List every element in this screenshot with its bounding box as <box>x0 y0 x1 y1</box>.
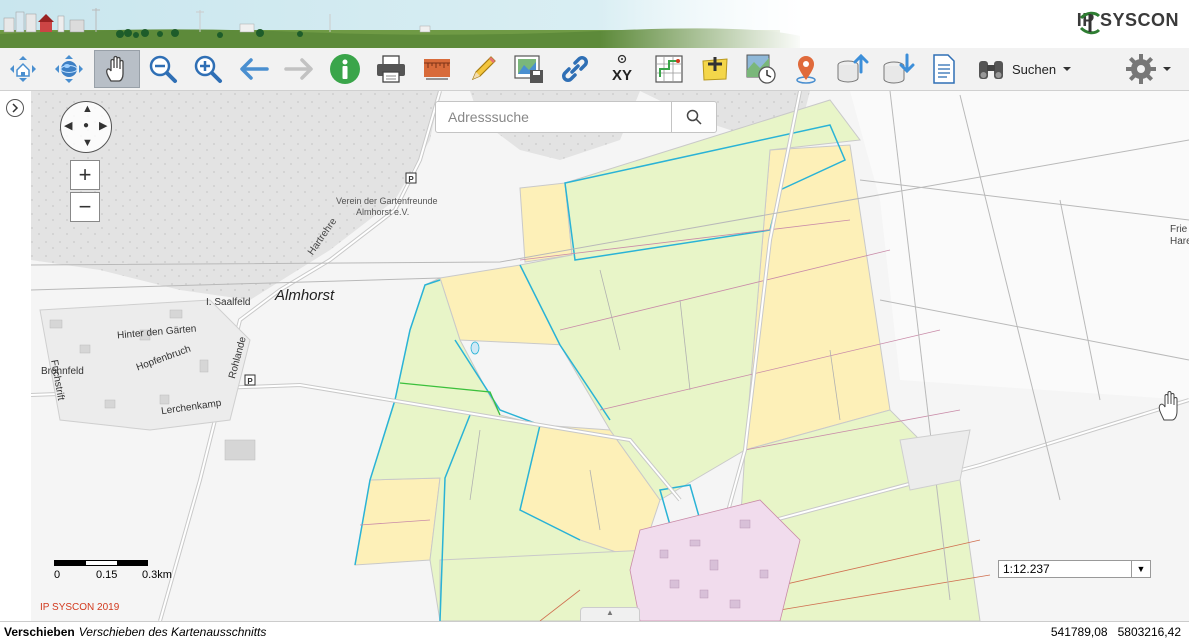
history-tool[interactable] <box>742 50 780 88</box>
street-label-brohnfeld: Brohnfeld <box>41 366 84 377</box>
link-icon <box>562 56 588 82</box>
svg-text:P: P <box>408 175 414 184</box>
side-panel-strip <box>0 91 32 621</box>
pin-icon <box>796 56 816 84</box>
pan-center-dot-icon[interactable]: ● <box>83 121 89 131</box>
arrow-left-icon <box>240 58 269 80</box>
pan-up-arrow-icon[interactable]: ▲ <box>82 104 93 115</box>
database-upload-icon <box>837 53 869 83</box>
upload-tool[interactable] <box>833 50 871 88</box>
map-clock-icon <box>746 54 776 84</box>
settings-menu[interactable] <box>1124 50 1172 88</box>
pan-navigator[interactable]: ▲ ▼ ◀ ▶ ● <box>60 101 112 153</box>
toolbar: XY Suchen <box>0 48 1189 91</box>
address-search-input[interactable] <box>436 102 671 132</box>
svg-text:P: P <box>247 377 253 386</box>
home-extent-tool[interactable] <box>4 50 42 88</box>
scale-label-mid: 0.15 <box>96 569 118 581</box>
scale-label-0: 0 <box>54 569 61 581</box>
status-description: Verschieben des Kartenausschnitts <box>78 625 267 639</box>
globe-arrows-icon <box>55 55 83 83</box>
poi-label-harenberg: Hare <box>1170 236 1189 247</box>
status-mode: Verschieben <box>4 625 75 639</box>
measure-tool[interactable] <box>418 50 456 88</box>
zoom-in-icon <box>194 55 222 83</box>
back-tool[interactable] <box>235 50 273 88</box>
scale-bar: 0 0.15 0.3km <box>54 560 194 581</box>
zoom-out-button[interactable]: − <box>70 192 100 222</box>
company-logo: IP SYSCON <box>1077 10 1179 35</box>
syscon-logo-icon <box>1079 11 1100 35</box>
hand-icon <box>105 55 124 82</box>
coordinate-tool[interactable]: XY <box>603 50 641 88</box>
arrow-right-icon <box>284 58 313 80</box>
parking-icon: P <box>405 172 417 184</box>
chevron-down-icon: ▼ <box>1131 561 1150 577</box>
add-note-tool[interactable] <box>696 50 734 88</box>
save-map-tool[interactable] <box>510 50 548 88</box>
save-map-icon <box>514 55 543 83</box>
search-menu[interactable]: Suchen <box>976 50 1072 88</box>
globe-extent-tool[interactable] <box>50 50 88 88</box>
chevron-right-icon <box>12 103 19 113</box>
expand-panel-button[interactable] <box>6 99 24 117</box>
copyright-text: IP SYSCON 2019 <box>40 602 120 613</box>
map-drawing: P P <box>31 91 1189 621</box>
zoom-in-tool[interactable] <box>189 50 227 88</box>
pan-right-arrow-icon[interactable]: ▶ <box>99 121 107 132</box>
ruler-icon <box>424 59 450 80</box>
status-bar: Verschieben Verschieben des Kartenausschn… <box>0 621 1189 642</box>
pan-tool[interactable] <box>94 50 140 88</box>
xy-icon: XY <box>612 54 632 84</box>
pencil-icon <box>471 56 496 81</box>
location-tool[interactable] <box>787 50 825 88</box>
note-add-icon <box>702 57 728 81</box>
binoculars-icon <box>979 61 1003 79</box>
coordinate-x: 541789,08 <box>1050 625 1108 639</box>
club-label-line1: Verein der Gartenfreunde <box>336 196 438 206</box>
poi-label-friedhof: Frie <box>1170 224 1188 235</box>
place-label: Almhorst <box>275 287 335 304</box>
scale-select[interactable]: 1:12.237 ▼ <box>998 560 1151 578</box>
street-label-saalfeld: I. Saalfeld <box>206 297 251 308</box>
coordinate-y: 5803216,42 <box>1117 625 1181 639</box>
chevron-down-icon <box>1063 67 1072 71</box>
scale-label-end: 0.3km <box>142 569 172 581</box>
address-search <box>435 101 717 133</box>
info-tool[interactable] <box>326 50 364 88</box>
document-tool[interactable] <box>925 50 963 88</box>
search-menu-label: Suchen <box>1012 61 1057 77</box>
scale-select-value: 1:12.237 <box>1003 562 1050 576</box>
grid-icon <box>655 55 683 83</box>
download-tool[interactable] <box>879 50 917 88</box>
zoom-out-icon <box>149 55 177 83</box>
home-arrows-icon <box>10 56 36 82</box>
draw-tool[interactable] <box>464 50 502 88</box>
link-tool[interactable] <box>556 50 594 88</box>
print-tool[interactable] <box>372 50 410 88</box>
header-banner: IP SYSCON <box>0 0 1189 48</box>
pan-left-arrow-icon[interactable]: ◀ <box>64 121 72 132</box>
landscape-illustration <box>0 0 1189 48</box>
info-icon <box>330 54 360 84</box>
zoom-in-button[interactable]: + <box>70 160 100 190</box>
bottom-panel-toggle[interactable]: ▲ <box>580 607 640 622</box>
database-download-icon <box>883 53 915 84</box>
address-search-button[interactable] <box>671 102 716 132</box>
search-icon <box>686 109 702 125</box>
gear-icon <box>1126 54 1156 84</box>
pan-down-arrow-icon[interactable]: ▼ <box>82 138 93 149</box>
forward-tool[interactable] <box>280 50 318 88</box>
document-icon <box>933 54 955 84</box>
map-canvas[interactable]: P P Almhorst Verein der Gartenfreunde Al… <box>31 91 1189 621</box>
club-label-line2: Almhorst e.V. <box>356 207 410 217</box>
xy-label: XY <box>612 67 632 84</box>
zoom-out-tool[interactable] <box>144 50 182 88</box>
printer-icon <box>377 55 405 83</box>
chevron-down-icon <box>1163 67 1171 71</box>
parking-icon: P <box>244 374 256 386</box>
grid-tool[interactable] <box>650 50 688 88</box>
